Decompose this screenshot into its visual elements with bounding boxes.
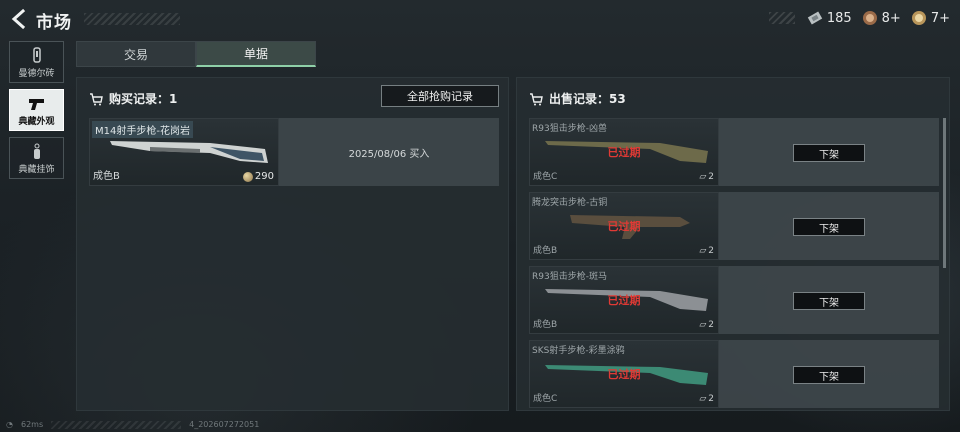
item-count: ▱ 2 (699, 172, 714, 182)
item-grade: 成色C (533, 172, 558, 182)
buy-records-title: 购买记录：1 (109, 92, 178, 106)
ticket-amount: 185 (826, 10, 852, 26)
sell-actions: 下架 (719, 192, 939, 260)
item-name: 腾龙突击步枪-古铜 (532, 198, 608, 208)
sidebar-item-skins[interactable]: 典藏外观 (9, 89, 64, 131)
sell-record-item[interactable]: R93狙击步枪-斑马 已过期 成色B ▱ 2 下架 (529, 266, 939, 334)
delist-button[interactable]: 下架 (793, 366, 865, 384)
currency-gold[interactable]: 7+ (911, 10, 950, 26)
item-count: ▱ 2 (699, 394, 714, 404)
sell-actions: 下架 (719, 340, 939, 408)
gold-coin-icon (911, 10, 927, 26)
charm-icon (26, 142, 48, 162)
item-name: SKS射手步枪-彩墨涂鸦 (532, 346, 625, 356)
ticket-icon: ▱ (699, 320, 707, 330)
tab-records[interactable]: 单据 (196, 41, 316, 67)
back-arrow-icon[interactable] (8, 8, 30, 30)
ticket-icon: ▱ (699, 394, 707, 404)
all-snap-records-button[interactable]: 全部抢购记录 (381, 85, 499, 107)
expired-label: 已过期 (607, 294, 641, 307)
ticket-icon: ▱ (699, 246, 707, 256)
expired-label: 已过期 (607, 220, 641, 233)
ping-value: 62ms (20, 420, 44, 429)
purchase-info: 2025/08/06 买入 (279, 118, 499, 186)
footer-decoration (51, 420, 182, 429)
scrollbar[interactable] (943, 118, 946, 268)
item-name: R93狙击步枪-凶兽 (532, 124, 607, 134)
item-price-value: 290 (254, 171, 274, 182)
bronze-amount: 8+ (881, 10, 901, 26)
buy-records-panel: 购买记录：1 全部抢购记录 M14射手步枪-花岗岩 成色B 290 2025/0… (76, 77, 509, 411)
currency-bronze[interactable]: 8+ (862, 10, 901, 26)
item-count-value: 2 (708, 246, 714, 256)
title-decoration (84, 13, 180, 25)
currency-decoration (768, 12, 795, 24)
build-id: 4_202607272051 (189, 420, 260, 429)
ticket-icon (807, 10, 823, 26)
sell-records-header: 出售记录：53 (529, 90, 626, 107)
bronze-coin-icon (862, 10, 878, 26)
currency-ticket[interactable]: 185 (807, 10, 852, 26)
sidebar-item-label: 典藏挂饰 (18, 165, 55, 175)
item-count-value: 2 (708, 394, 714, 404)
sell-record-item[interactable]: SKS射手步枪-彩墨涂鸦 已过期 成色C ▱ 2 下架 (529, 340, 939, 408)
sell-actions: 下架 (719, 266, 939, 334)
coin-icon (242, 171, 253, 182)
delist-button[interactable]: 下架 (793, 144, 865, 162)
item-count: ▱ 2 (699, 246, 714, 256)
cart-icon (529, 92, 543, 106)
sell-record-item[interactable]: R93狙击步枪-凶兽 已过期 成色C ▱ 2 下架 (529, 118, 939, 186)
item-grade: 成色C (533, 394, 558, 404)
top-bar: 市场 185 8+ 7+ (0, 0, 960, 38)
pistol-icon (26, 94, 48, 114)
sell-records-list: R93狙击步枪-凶兽 已过期 成色C ▱ 2 下架 腾龙突击步枪-古铜 已过期 成… (529, 118, 939, 414)
currency-bar: 185 8+ 7+ (768, 10, 950, 26)
item-count-value: 2 (708, 320, 714, 330)
sidebar-item-label: 典藏外观 (18, 117, 55, 127)
item-name: R93狙击步枪-斑马 (532, 272, 607, 282)
page-title: 市场 (36, 13, 72, 33)
item-thumbnail: SKS射手步枪-彩墨涂鸦 已过期 成色C ▱ 2 (529, 340, 719, 408)
sell-records-panel: 出售记录：53 R93狙击步枪-凶兽 已过期 成色C ▱ 2 下架 腾龙突击步枪-… (516, 77, 950, 411)
tab-trade[interactable]: 交易 (76, 41, 196, 67)
expired-label: 已过期 (607, 368, 641, 381)
sell-record-item[interactable]: 腾龙突击步枪-古铜 已过期 成色B ▱ 2 下架 (529, 192, 939, 260)
item-grade: 成色B (533, 246, 558, 256)
item-count: ▱ 2 (699, 320, 714, 330)
item-thumbnail: R93狙击步枪-凶兽 已过期 成色C ▱ 2 (529, 118, 719, 186)
item-price: 290 (242, 171, 274, 182)
item-thumbnail: M14射手步枪-花岗岩 成色B 290 (89, 118, 279, 186)
expired-label: 已过期 (607, 146, 641, 159)
status-footer: ◔ 62ms 4_202607272051 (6, 420, 259, 429)
sell-records-title: 出售记录：53 (549, 92, 626, 106)
sidebar-item-charms[interactable]: 典藏挂饰 (9, 137, 64, 179)
item-count-value: 2 (708, 172, 714, 182)
sidebar-item-brick[interactable]: 曼德尔砖 (9, 41, 64, 83)
delist-button[interactable]: 下架 (793, 218, 865, 236)
item-thumbnail: 腾龙突击步枪-古铜 已过期 成色B ▱ 2 (529, 192, 719, 260)
tab-bar: 交易 单据 (76, 41, 316, 67)
cart-icon (89, 92, 103, 106)
gold-amount: 7+ (930, 10, 950, 26)
item-name: M14射手步枪-花岗岩 (92, 121, 193, 138)
item-thumbnail: R93狙击步枪-斑马 已过期 成色B ▱ 2 (529, 266, 719, 334)
side-nav: 曼德尔砖 典藏外观 典藏挂饰 (9, 41, 64, 185)
wifi-icon: ◔ (6, 420, 13, 429)
sidebar-item-label: 曼德尔砖 (18, 69, 55, 79)
item-grade: 成色B (533, 320, 558, 330)
brick-icon (26, 46, 48, 66)
ticket-icon: ▱ (699, 172, 707, 182)
sell-actions: 下架 (719, 118, 939, 186)
delist-button[interactable]: 下架 (793, 292, 865, 310)
item-grade: 成色B (93, 171, 120, 182)
buy-records-header: 购买记录：1 (89, 90, 177, 107)
buy-record-item[interactable]: M14射手步枪-花岗岩 成色B 290 2025/08/06 买入 (89, 118, 499, 186)
